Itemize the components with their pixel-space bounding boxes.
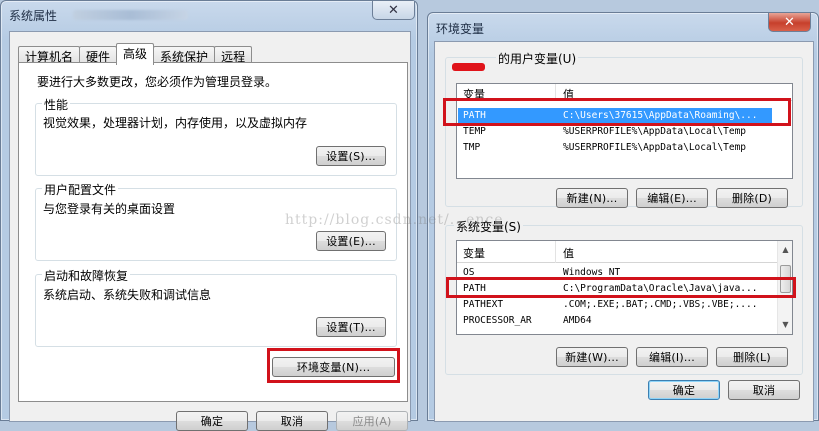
column-header-variable[interactable]: 变量 <box>463 86 485 102</box>
system-variables-list[interactable]: 变量 值 OS Windows_NT PATH C:\ProgramData\O… <box>456 240 793 335</box>
advanced-tab-panel: 要进行大多数更改，您必须作为管理员登录。 性能 视觉效果，处理器计划，内存使用，… <box>18 62 408 402</box>
system-properties-window: 系统属性 ✕ 计算机名 硬件 高级 系统保护 远程 要进行大多数更改，您必须作为… <box>0 0 418 431</box>
row-value: %USERPROFILE%\AppData\Local\Temp <box>563 142 747 153</box>
row-value: C:\ProgramData\Oracle\Java\java... <box>563 283 758 294</box>
row-value: AMD64 <box>563 315 592 326</box>
tab-advanced[interactable]: 高级 <box>116 43 155 65</box>
user-variables-list[interactable]: 变量 值 PATH C:\Users\37615\AppData\Roaming… <box>456 83 793 179</box>
close-button[interactable]: ✕ <box>768 13 811 32</box>
user-profile-desc: 与您登录有关的桌面设置 <box>43 202 176 216</box>
table-row[interactable]: PATH C:\Users\37615\AppData\Roaming\... <box>458 108 772 124</box>
startup-recovery-label: 启动和故障恢复 <box>42 267 131 284</box>
user-new-button[interactable]: 新建(N)... <box>556 188 628 208</box>
startup-recovery-group: 启动和故障恢复 系统启动、系统失败和调试信息 设置(T)... <box>35 267 397 347</box>
row-value: .COM;.EXE;.BAT;.CMD;.VBS;.VBE;.... <box>563 299 758 310</box>
performance-desc: 视觉效果，处理器计划，内存使用，以及虚拟内存 <box>43 116 308 130</box>
table-row[interactable]: PROCESSOR_AR AMD64 <box>458 313 776 329</box>
column-header-variable[interactable]: 变量 <box>463 245 485 261</box>
row-value: Windows_NT <box>563 267 621 278</box>
performance-label: 性能 <box>42 96 71 113</box>
table-row[interactable]: OS Windows_NT <box>458 265 776 281</box>
table-row[interactable]: TEMP %USERPROFILE%\AppData\Local\Temp <box>458 124 772 140</box>
column-header-value[interactable]: 值 <box>563 86 574 102</box>
performance-group: 性能 视觉效果，处理器计划，内存使用，以及虚拟内存 设置(S)... <box>35 96 397 176</box>
watermark: http://blog.csdn.net/...ence <box>285 212 504 228</box>
row-variable: TEMP <box>463 126 486 137</box>
redacted-username <box>452 63 485 71</box>
column-header-value[interactable]: 值 <box>563 245 574 261</box>
list-header: 变量 值 <box>457 84 792 101</box>
ok-button[interactable]: 确定 <box>176 411 248 431</box>
startup-settings-button[interactable]: 设置(T)... <box>316 317 386 337</box>
performance-settings-button[interactable]: 设置(S)... <box>316 146 386 166</box>
row-variable: OS <box>463 267 475 278</box>
scroll-thumb[interactable] <box>780 265 791 293</box>
blurred-title-text <box>73 10 188 20</box>
column-separator[interactable] <box>555 84 556 101</box>
cancel-button[interactable]: 取消 <box>256 411 328 431</box>
admin-note: 要进行大多数更改，您必须作为管理员登录。 <box>37 75 278 89</box>
list-header: 变量 值 <box>457 241 792 263</box>
scroll-down-icon[interactable]: ▼ <box>778 318 792 332</box>
user-profile-label: 用户配置文件 <box>42 181 119 198</box>
user-variables-label: 的用户变量(U) <box>496 50 579 67</box>
user-profile-settings-button[interactable]: 设置(E)... <box>316 231 386 251</box>
cancel-button[interactable]: 取消 <box>728 380 800 400</box>
row-value: C:\Users\37615\AppData\Roaming\... <box>563 110 758 121</box>
window-title: 环境变量 <box>436 22 485 36</box>
row-variable: PATH <box>463 110 486 121</box>
row-value: %USERPROFILE%\AppData\Local\Temp <box>563 126 747 137</box>
vertical-scrollbar[interactable]: ▲ ▼ <box>777 241 792 334</box>
apply-button[interactable]: 应用(A) <box>336 411 408 431</box>
row-variable: PATHEXT <box>463 299 504 310</box>
row-variable: TMP <box>463 142 481 153</box>
table-row[interactable]: PATH C:\ProgramData\Oracle\Java\java... <box>458 281 776 297</box>
close-icon: ✕ <box>388 2 399 18</box>
startup-recovery-desc: 系统启动、系统失败和调试信息 <box>43 288 212 302</box>
window-title: 系统属性 <box>9 9 58 23</box>
ok-button[interactable]: 确定 <box>648 380 720 400</box>
system-delete-button[interactable]: 删除(L) <box>716 347 788 367</box>
environment-variables-button[interactable]: 环境变量(N)... <box>272 357 395 377</box>
scroll-up-icon[interactable]: ▲ <box>778 243 792 257</box>
table-row[interactable]: PATHEXT .COM;.EXE;.BAT;.CMD;.VBS;.VBE;..… <box>458 297 776 313</box>
system-new-button[interactable]: 新建(W)... <box>556 347 628 367</box>
row-variable: PROCESSOR_AR <box>463 315 532 326</box>
system-edit-button[interactable]: 编辑(I)... <box>636 347 708 367</box>
row-variable: PATH <box>463 283 486 294</box>
user-delete-button[interactable]: 删除(D) <box>716 188 788 208</box>
table-row[interactable]: TMP %USERPROFILE%\AppData\Local\Temp <box>458 140 772 156</box>
close-icon: ✕ <box>784 14 795 30</box>
column-separator[interactable] <box>555 241 556 263</box>
user-edit-button[interactable]: 编辑(E)... <box>636 188 708 208</box>
user-variables-group: 的用户变量(U) 变量 值 PATH C:\Users\37615\AppDat… <box>445 50 803 208</box>
system-variables-group: 系统变量(S) 变量 值 OS Windows_NT PATH C:\Progr… <box>445 218 803 375</box>
close-button[interactable]: ✕ <box>372 1 415 20</box>
